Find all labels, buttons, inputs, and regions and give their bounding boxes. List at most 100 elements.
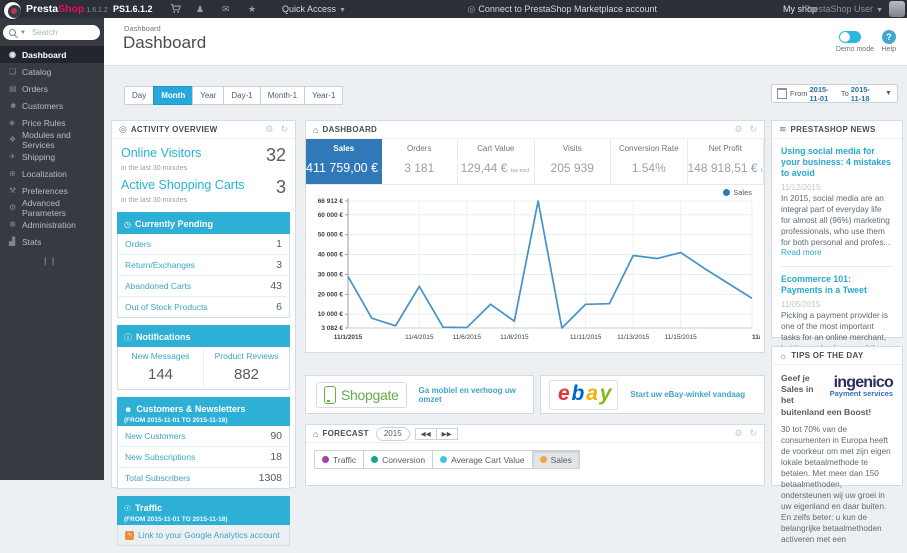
sidebar-item-icon: ⊕ — [9, 169, 16, 178]
tip-body: 30 tot 70% van de consumenten in Europa … — [781, 424, 891, 545]
sidebar-item[interactable]: ◈ Price Rules — [0, 114, 104, 131]
dashboard-panel: ⌂ DASHBOARD ⚙ ↻ Sales 411 759,00 € tax ex… — [305, 120, 765, 353]
sidebar-item[interactable]: ☻ Customers — [0, 97, 104, 114]
connect-label: Connect to PrestaShop Marketplace accoun… — [478, 4, 657, 14]
gear-icon[interactable]: ⚙ — [734, 124, 742, 135]
metric-tile[interactable]: Cart Value 129,44 € tax excl. — [458, 139, 535, 184]
sidebar-item[interactable]: ✈ Shipping — [0, 148, 104, 165]
refresh-icon[interactable]: ↻ — [749, 124, 757, 135]
search-input[interactable] — [29, 27, 92, 38]
breadcrumb[interactable]: Dashboard — [124, 24, 161, 33]
ingenico-logo: ingenico Payment services — [819, 375, 894, 398]
customers-icon[interactable]: ♟ — [196, 0, 204, 18]
pending-link[interactable]: Orders — [125, 239, 151, 249]
range-button[interactable]: Year — [192, 86, 225, 105]
customers-link[interactable]: New Subscriptions — [125, 452, 195, 462]
pending-value: 3 — [276, 259, 282, 271]
trophy-icon[interactable]: ★ — [248, 0, 256, 18]
sidebar-item-label: Stats — [22, 236, 42, 247]
shopgate-link[interactable]: Ga mobiel en verhoog uw omzet — [419, 386, 523, 404]
range-button[interactable]: Day-1 — [223, 86, 261, 105]
news-article-title[interactable]: Using social media for your business: 4 … — [781, 146, 893, 179]
gear-icon[interactable]: ⚙ — [734, 428, 742, 439]
sidebar-item-label: Localization — [22, 168, 67, 179]
section-subtitle: (FROM 2015-11-01 TO 2015-11-18) — [124, 417, 228, 424]
sidebar-item[interactable]: ⚙ Advanced Parameters — [0, 198, 104, 218]
stat-link[interactable]: Active Shopping Carts — [121, 178, 245, 192]
stat-link[interactable]: Online Visitors — [121, 146, 201, 160]
user-menu[interactable]: PrestaShop User ▼ — [805, 0, 883, 18]
sidebar-item-label: Customers — [22, 100, 64, 111]
pending-row: Abandoned Carts 43 — [118, 275, 289, 296]
activity-overview-panel: ◎ ACTIVITY OVERVIEW ⚙ ↻ Online Visitors 3… — [111, 120, 296, 546]
forecast-metric-button[interactable]: Traffic — [314, 450, 365, 469]
sidebar-item[interactable]: ▟ Stats — [0, 233, 104, 250]
help-icon[interactable]: ? — [882, 30, 896, 44]
sidebar-item-icon: ◈ — [9, 118, 16, 127]
metric-label: Orders — [407, 144, 432, 153]
metric-tile[interactable]: Sales 411 759,00 € tax excl. — [306, 139, 382, 184]
pending-link[interactable]: Out of Stock Products — [125, 302, 208, 312]
metric-tile[interactable]: Orders 3 181 — [382, 139, 458, 184]
shopgate-logo-text: Shopgate — [341, 386, 399, 403]
sidebar-collapse-button[interactable]: ❙❙ — [42, 256, 57, 265]
page-header: Dashboard Dashboard Demo mode ? Help — [104, 18, 907, 66]
forecast-metric-button[interactable]: Sales — [531, 450, 580, 469]
tips-of-the-day-panel: ☼ TIPS OF THE DAY ingenico Payment servi… — [771, 346, 903, 544]
sidebar-item[interactable]: ❖ Modules and Services — [0, 130, 104, 150]
svg-text:11/13/2015: 11/13/2015 — [617, 334, 649, 341]
forecast-button-label: Sales — [550, 454, 572, 465]
prev-icon[interactable]: ◀◀ — [414, 427, 437, 440]
svg-text:20 000 €: 20 000 € — [318, 291, 344, 298]
section-subtitle: (FROM 2015-11-01 TO 2015-11-18) — [124, 516, 228, 523]
cart-icon[interactable] — [170, 0, 181, 18]
panel-title: TIPS OF THE DAY — [791, 351, 864, 360]
demo-mode-toggle[interactable] — [839, 31, 861, 43]
forecast-metric-buttons: Traffic Conversion Average Cart Value Sa… — [306, 443, 764, 476]
refresh-icon[interactable]: ↻ — [749, 428, 757, 439]
topbar: PrestaShop 1.6.1.2 PS1.6.1.2 ♟ ✉ ★ Quick … — [0, 0, 907, 18]
user-avatar[interactable] — [889, 1, 905, 17]
next-icon[interactable]: ▶▶ — [435, 427, 458, 440]
person-icon: ☻ — [124, 405, 133, 414]
refresh-icon[interactable]: ↻ — [280, 124, 288, 135]
stat-subtitle: in the last 30 minutes — [121, 165, 188, 172]
news-article-title[interactable]: Ecommerce 101: Payments in a Tweet — [781, 274, 893, 296]
sidebar-item[interactable]: ▤ Orders — [0, 80, 104, 97]
google-analytics-link[interactable]: Link to your Google Analytics account — [138, 530, 280, 540]
forecast-metric-button[interactable]: Average Cart Value — [432, 450, 533, 469]
activity-icon: ◎ — [119, 124, 127, 134]
sidebar-item[interactable]: ⊕ Localization — [0, 165, 104, 182]
quick-access-menu[interactable]: Quick Access ▼ — [282, 0, 346, 18]
customers-link[interactable]: Total Subscribers — [125, 473, 190, 483]
pending-link[interactable]: Return/Exchanges — [125, 260, 195, 270]
sidebar-item[interactable]: ⚒ Preferences — [0, 182, 104, 199]
messages-icon[interactable]: ✉ — [222, 0, 230, 18]
read-more-link[interactable]: Read more — [781, 248, 822, 257]
range-button[interactable]: Month — [153, 86, 194, 105]
forecast-metric-button[interactable]: Conversion — [363, 450, 434, 469]
connect-marketplace-link[interactable]: ◎ Connect to PrestaShop Marketplace accou… — [468, 0, 657, 18]
range-button[interactable]: Day — [124, 86, 155, 105]
metric-tile[interactable]: Visits 205 939 — [535, 139, 611, 184]
range-button[interactable]: Year-1 — [304, 86, 344, 105]
range-button[interactable]: Month-1 — [259, 86, 306, 105]
pending-link[interactable]: Abandoned Carts — [125, 281, 191, 291]
sidebar-item[interactable]: ☸ Administration — [0, 216, 104, 233]
notification-cell[interactable]: New Messages 144 — [118, 347, 203, 389]
stat-subtitle: in the last 30 minutes — [121, 197, 188, 204]
sidebar-item[interactable]: ◉ Dashboard — [0, 46, 104, 63]
metric-tile[interactable]: Net Profit 148 918,51 € tax excl. — [688, 139, 764, 184]
date-range-picker[interactable]: From 2015-11-01 To 2015-11-18 ▼ — [771, 84, 898, 103]
sidebar-item[interactable]: ❏ Catalog — [0, 63, 104, 80]
search-box[interactable]: ▼ — [3, 25, 100, 40]
panel-title: PRESTASHOP NEWS — [790, 125, 876, 134]
date-to: 2015-11-18 — [850, 84, 870, 103]
notification-cell[interactable]: Product Reviews 882 — [203, 347, 289, 389]
gear-icon[interactable]: ⚙ — [265, 124, 273, 135]
metric-tile[interactable]: Conversion Rate 1.54% — [611, 139, 688, 184]
sales-line-chart: 66 912 € 60 000 € 50 000 € 40 000 € 30 000 €… — [318, 198, 760, 341]
sidebar-item-icon: ▟ — [9, 237, 16, 246]
ebay-link[interactable]: Start uw eBay-winkel vandaag — [630, 390, 745, 399]
customers-link[interactable]: New Customers — [125, 431, 185, 441]
